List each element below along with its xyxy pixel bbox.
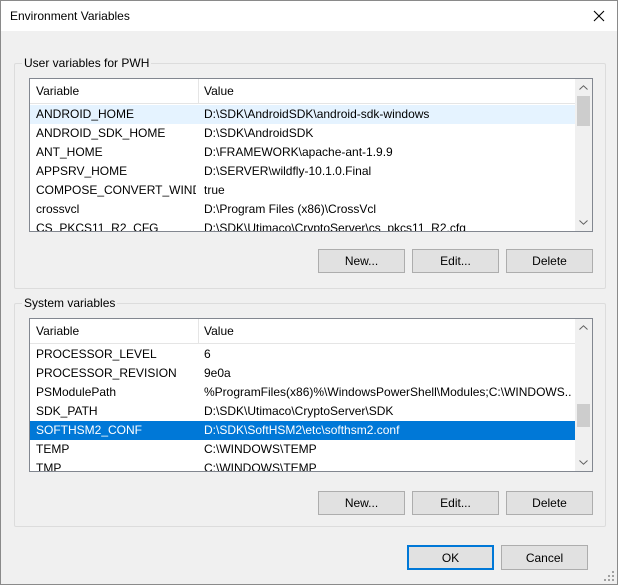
user-variables-rows: ANDROID_HOME D:\SDK\AndroidSDK\android-s… [30,105,575,232]
variable-name: APPSRV_HOME [36,164,128,178]
variable-name: SDK_PATH [36,404,98,418]
table-row[interactable]: PROCESSOR_REVISION 9e0a [30,364,575,383]
chevron-down-icon [579,460,588,465]
system-delete-button[interactable]: Delete [506,491,593,515]
system-variables-group: System variables Variable Value PROCESSO… [14,296,606,527]
window-title: Environment Variables [10,9,130,23]
close-icon [593,10,605,22]
cancel-button[interactable]: Cancel [501,545,588,570]
user-variables-group-title: User variables for PWH [22,56,152,70]
vertical-scrollbar[interactable] [575,319,592,471]
column-header-value[interactable]: Value [204,84,234,98]
variable-value: 9e0a [204,366,231,380]
column-divider[interactable] [198,79,199,103]
table-row[interactable]: PSModulePath %ProgramFiles(x86)%\Windows… [30,383,575,402]
environment-variables-dialog: Environment Variables User variables for… [0,0,618,585]
system-variables-list[interactable]: Variable Value PROCESSOR_LEVEL 6 PROCESS… [29,318,593,472]
variable-name: CS_PKCS11_R2_CFG [36,221,159,232]
variable-name: PSModulePath [36,385,117,399]
variable-name: crossvcl [36,202,80,216]
close-button[interactable] [581,1,617,31]
table-row[interactable]: TEMP C:\WINDOWS\TEMP [30,440,575,459]
system-edit-button[interactable]: Edit... [412,491,499,515]
table-row[interactable]: SDK_PATH D:\SDK\Utimaco\CryptoServer\SDK [30,402,575,421]
variable-value: C:\WINDOWS\TEMP [204,442,317,456]
user-new-button[interactable]: New... [318,249,405,273]
variable-name: ANDROID_HOME [36,107,135,121]
variable-name: TMP [36,461,62,472]
ok-button[interactable]: OK [407,545,494,570]
system-variables-rows: PROCESSOR_LEVEL 6 PROCESSOR_REVISION 9e0… [30,345,575,472]
table-row[interactable]: ANDROID_SDK_HOME D:\SDK\AndroidSDK [30,124,575,143]
variable-value: D:\FRAMEWORK\apache-ant-1.9.9 [204,145,393,159]
scroll-up-button[interactable] [575,319,592,336]
chevron-up-icon [579,85,588,90]
system-new-button[interactable]: New... [318,491,405,515]
variable-value: true [204,183,225,197]
user-edit-button[interactable]: Edit... [412,249,499,273]
scroll-down-button[interactable] [575,454,592,471]
column-header-value[interactable]: Value [204,324,234,338]
variable-name: ANT_HOME [36,145,103,159]
chevron-down-icon [579,220,588,225]
variable-value: D:\SERVER\wildfly-10.1.0.Final [204,164,372,178]
variable-value: D:\SDK\Utimaco\CryptoServer\SDK [204,404,394,418]
table-row[interactable]: PROCESSOR_LEVEL 6 [30,345,575,364]
scrollbar-thumb[interactable] [577,404,590,427]
variable-value: %ProgramFiles(x86)%\WindowsPowerShell\Mo… [204,385,572,399]
table-row[interactable]: ANDROID_HOME D:\SDK\AndroidSDK\android-s… [30,105,575,124]
user-variables-list[interactable]: Variable Value ANDROID_HOME D:\SDK\Andro… [29,78,593,232]
variable-value: D:\SDK\AndroidSDK [204,126,314,140]
scroll-up-button[interactable] [575,79,592,96]
table-row[interactable]: CS_PKCS11_R2_CFG D:\SDK\Utimaco\CryptoSe… [30,219,575,232]
variable-name: PROCESSOR_REVISION [36,366,177,380]
system-variables-group-title: System variables [22,296,118,310]
resize-grip-icon[interactable] [603,570,615,582]
vertical-scrollbar[interactable] [575,79,592,231]
variable-value: D:\SDK\Utimaco\CryptoServer\cs_pkcs11_R2… [204,221,466,232]
variable-name: COMPOSE_CONVERT_WIND... [36,183,196,197]
variable-name: TEMP [36,442,70,456]
variable-value: D:\Program Files (x86)\CrossVcl [204,202,377,216]
variable-name: PROCESSOR_LEVEL [36,347,157,361]
title-bar[interactable]: Environment Variables [1,1,617,31]
variable-name: SOFTHSM2_CONF [36,423,143,437]
scroll-down-button[interactable] [575,214,592,231]
table-row-selected[interactable]: SOFTHSM2_CONF D:\SDK\SoftHSM2\etc\sofths… [30,421,575,440]
table-row[interactable]: TMP C:\WINDOWS\TEMP [30,459,575,472]
variable-name: ANDROID_SDK_HOME [36,126,166,140]
chevron-up-icon [579,325,588,330]
column-header-variable[interactable]: Variable [36,324,79,338]
list-header: Variable Value [30,79,575,104]
variable-value: D:\SDK\AndroidSDK\android-sdk-windows [204,107,430,121]
scrollbar-thumb[interactable] [577,96,590,126]
column-divider[interactable] [198,319,199,343]
table-row[interactable]: COMPOSE_CONVERT_WIND... true [30,181,575,200]
table-row[interactable]: APPSRV_HOME D:\SERVER\wildfly-10.1.0.Fin… [30,162,575,181]
user-variables-group: User variables for PWH Variable Value AN… [14,56,606,289]
list-header: Variable Value [30,319,575,344]
column-header-variable[interactable]: Variable [36,84,79,98]
table-row[interactable]: ANT_HOME D:\FRAMEWORK\apache-ant-1.9.9 [30,143,575,162]
user-delete-button[interactable]: Delete [506,249,593,273]
variable-value: 6 [204,347,211,361]
variable-value: D:\SDK\SoftHSM2\etc\softhsm2.conf [204,423,400,437]
table-row[interactable]: crossvcl D:\Program Files (x86)\CrossVcl [30,200,575,219]
variable-value: C:\WINDOWS\TEMP [204,461,317,472]
